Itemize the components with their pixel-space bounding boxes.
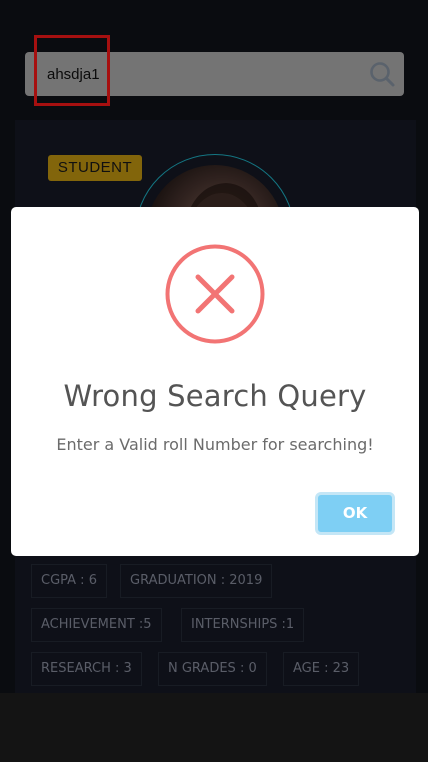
error-dialog: Wrong Search Query Enter a Valid roll Nu… (11, 207, 419, 556)
ok-button[interactable]: OK (315, 492, 395, 535)
error-x-icon (165, 244, 265, 344)
bottom-bar (0, 693, 428, 762)
screen: STUDENT CGPA : 6 GRADUATION : 2019 ACHIE… (0, 0, 428, 762)
dialog-title: Wrong Search Query (63, 379, 367, 413)
dialog-message: Enter a Valid roll Number for searching! (56, 435, 374, 454)
app-background: STUDENT CGPA : 6 GRADUATION : 2019 ACHIE… (0, 0, 428, 693)
